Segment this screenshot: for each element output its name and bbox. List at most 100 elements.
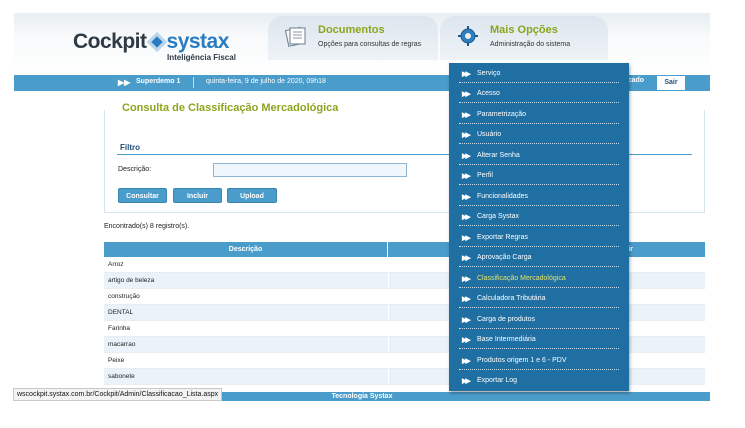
menu-divider bbox=[459, 369, 619, 370]
double-arrow-icon: ▶▶ bbox=[462, 91, 471, 98]
menu-divider bbox=[459, 102, 619, 103]
page-title: Consulta de Classificação Mercadológica bbox=[122, 102, 343, 114]
menu-item-label: Serviço bbox=[477, 70, 501, 77]
menu-item-funcionalidades[interactable]: ▶▶ Funcionalidades bbox=[449, 187, 629, 207]
logo-text-systax: systax bbox=[166, 30, 230, 53]
menu-item-label: Carga Systax bbox=[477, 213, 520, 220]
tab-mais-opcoes-title: Mais Opções bbox=[490, 24, 558, 36]
logo-text-cockpit: Cockpit bbox=[73, 30, 147, 53]
menu-item-classificacao-mercadologica[interactable]: ▶▶ Classificação Mercadológica bbox=[449, 269, 629, 289]
mais-opcoes-dropdown-menu: ▶▶ Serviço ▶▶ Acesso ▶▶ Parametrização ▶▶ Us… bbox=[449, 63, 629, 391]
gear-icon bbox=[458, 26, 478, 46]
menu-item-servico[interactable]: ▶▶ Serviço bbox=[449, 64, 629, 84]
menu-item-calculadora-tributaria[interactable]: ▶▶ Calculadora Tributária bbox=[449, 289, 629, 309]
logo-subtitle: Inteligência Fiscal bbox=[167, 53, 236, 62]
menu-item-label: Calculadora Tributária bbox=[477, 295, 546, 302]
double-arrow-icon: ▶▶ bbox=[462, 194, 471, 201]
menu-item-acesso[interactable]: ▶▶ Acesso bbox=[449, 84, 629, 104]
records-found-text: Encontrado(s) 8 registro(s). bbox=[104, 223, 190, 230]
tab-mais-opcoes[interactable]: Mais Opções Administração do sistema bbox=[440, 16, 608, 60]
tab-mais-opcoes-subtitle: Administração do sistema bbox=[490, 41, 571, 48]
current-user[interactable]: Superdemo 1 bbox=[136, 78, 180, 85]
cell-divider bbox=[388, 337, 389, 353]
tab-documentos[interactable]: Documentos Opções para consultas de regr… bbox=[268, 16, 438, 60]
menu-item-label: Funcionalidades bbox=[477, 193, 528, 200]
menu-divider bbox=[459, 246, 619, 247]
menu-item-produtos-origem[interactable]: ▶▶ Produtos origem 1 e 6 - PDV bbox=[449, 351, 629, 371]
menu-item-label: Carga de produtos bbox=[477, 316, 535, 323]
tab-documentos-title: Documentos bbox=[318, 24, 385, 36]
menu-item-parametrizacao[interactable]: ▶▶ Parametrização bbox=[449, 105, 629, 125]
double-arrow-icon: ▶▶ bbox=[462, 235, 471, 242]
menu-item-carga-de-produtos[interactable]: ▶▶ Carga de produtos bbox=[449, 310, 629, 330]
menu-item-label: Aprovação Carga bbox=[477, 254, 532, 261]
double-arrow-icon: ▶▶ bbox=[462, 358, 471, 365]
table-cell-description: Arroz bbox=[108, 261, 124, 268]
menu-divider bbox=[459, 164, 619, 165]
menu-item-alterar-senha[interactable]: ▶▶ Alterar Senha bbox=[449, 146, 629, 166]
menu-item-label: Classificação Mercadológica bbox=[477, 275, 566, 282]
double-arrow-icon: ▶▶ bbox=[118, 78, 131, 87]
upload-button[interactable]: Upload bbox=[227, 188, 277, 203]
double-arrow-icon: ▶▶ bbox=[462, 173, 471, 180]
menu-item-perfil[interactable]: ▶▶ Perfil bbox=[449, 166, 629, 186]
logout-button[interactable]: Sair bbox=[657, 76, 685, 90]
divider bbox=[193, 77, 194, 88]
consultar-button[interactable]: Consultar bbox=[118, 188, 167, 203]
logo-diamond-icon bbox=[146, 32, 167, 52]
double-arrow-icon: ▶▶ bbox=[462, 71, 471, 78]
table-cell-description: construção bbox=[108, 293, 140, 300]
double-arrow-icon: ▶▶ bbox=[462, 378, 471, 385]
table-cell-description: artigo de beleza bbox=[108, 277, 155, 284]
cell-divider bbox=[388, 369, 389, 385]
menu-divider bbox=[459, 328, 619, 329]
menu-divider bbox=[459, 348, 619, 349]
double-arrow-icon: ▶▶ bbox=[462, 132, 471, 139]
menu-item-label: Produtos origem 1 e 6 - PDV bbox=[477, 357, 567, 364]
column-header-partial: ir bbox=[628, 246, 633, 253]
menu-item-label: Perfil bbox=[477, 172, 493, 179]
menu-item-exportar-regras[interactable]: ▶▶ Exportar Regras bbox=[449, 228, 629, 248]
double-arrow-icon: ▶▶ bbox=[462, 296, 471, 303]
menu-item-label: Acesso bbox=[477, 90, 500, 97]
menu-item-label: Usuário bbox=[477, 131, 502, 138]
menu-item-label: Exportar Regras bbox=[477, 234, 528, 241]
document-icon bbox=[284, 26, 306, 47]
table-cell-description: DENTAL bbox=[108, 309, 134, 316]
menu-item-base-intermediaria[interactable]: ▶▶ Base Intermediária bbox=[449, 330, 629, 350]
double-arrow-icon: ▶▶ bbox=[462, 337, 471, 344]
cell-divider bbox=[388, 353, 389, 369]
browser-status-url: wscockpit.systax.com.br/Cockpit/Admin/Cl… bbox=[13, 388, 223, 401]
current-date: quinta-feira, 9 de julho de 2020, 09h18 bbox=[206, 78, 326, 85]
menu-divider bbox=[459, 205, 619, 206]
menu-item-exportar-log[interactable]: ▶▶ Exportar Log bbox=[449, 371, 629, 391]
menu-divider bbox=[459, 287, 619, 288]
menu-divider bbox=[459, 123, 619, 124]
double-arrow-icon: ▶▶ bbox=[462, 112, 471, 119]
menu-divider bbox=[459, 82, 619, 83]
cell-divider bbox=[388, 273, 389, 289]
cockpit-systax-logo[interactable]: Cockpit systax bbox=[73, 30, 229, 54]
filter-heading: Filtro bbox=[120, 143, 140, 152]
menu-divider bbox=[459, 307, 619, 308]
menu-item-aprovacao-carga[interactable]: ▶▶ Aprovação Carga bbox=[449, 248, 629, 268]
menu-divider bbox=[459, 225, 619, 226]
menu-item-usuario[interactable]: ▶▶ Usuário bbox=[449, 125, 629, 145]
column-header-descricao[interactable]: Descrição bbox=[104, 242, 388, 257]
tab-documentos-subtitle: Opções para consultas de regras bbox=[318, 41, 422, 48]
double-arrow-icon: ▶▶ bbox=[462, 255, 471, 262]
table-cell-description: macarrao bbox=[108, 341, 136, 348]
cell-divider bbox=[388, 305, 389, 321]
menu-item-carga-systax[interactable]: ▶▶ Carga Systax bbox=[449, 207, 629, 227]
menu-item-label: Exportar Log bbox=[477, 377, 518, 384]
menu-divider bbox=[459, 143, 619, 144]
menu-divider bbox=[459, 266, 619, 267]
double-arrow-icon: ▶▶ bbox=[462, 317, 471, 324]
double-arrow-icon: ▶▶ bbox=[462, 153, 471, 160]
description-input[interactable] bbox=[213, 163, 407, 177]
menu-item-label: Base Intermediária bbox=[477, 336, 536, 343]
menu-item-label: Alterar Senha bbox=[477, 152, 520, 159]
cell-divider bbox=[388, 289, 389, 305]
incluir-button[interactable]: Incluir bbox=[173, 188, 222, 203]
double-arrow-icon: ▶▶ bbox=[462, 214, 471, 221]
